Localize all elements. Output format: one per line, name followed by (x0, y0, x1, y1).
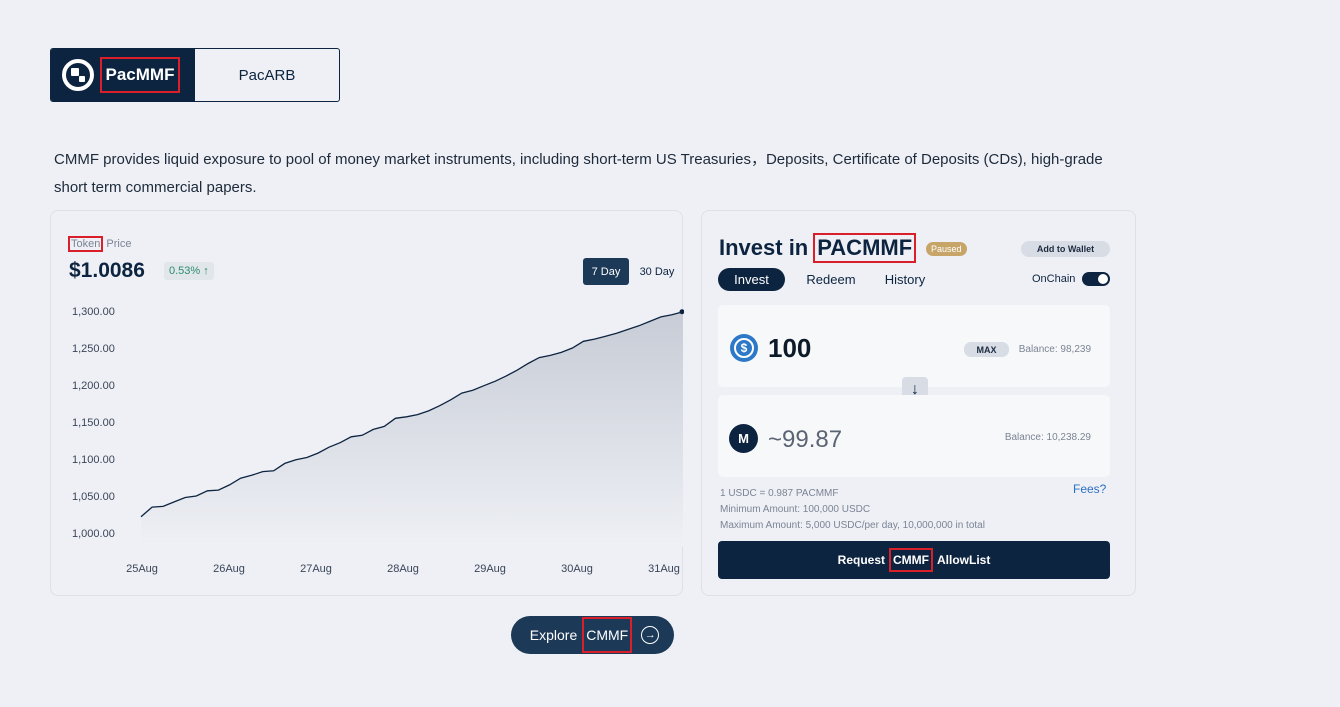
max-button[interactable]: MAX (964, 342, 1009, 357)
request-token: CMMF (889, 548, 933, 572)
tab-invest[interactable]: Invest (718, 268, 785, 291)
y-tick-label: 1,150.00 (72, 417, 115, 429)
x-tick-label: 31Aug (648, 563, 680, 575)
y-tick-label: 1,300.00 (72, 306, 115, 318)
paused-badge: Paused (926, 242, 967, 256)
price-area-chart: 1,300.00 1,250.00 1,200.00 1,150.00 1,100.00… (72, 306, 684, 575)
invest-title-token: PACMMF (813, 233, 917, 263)
input-balance: Balance: 98,239 (1018, 344, 1091, 355)
explore-cmmf-button[interactable]: Explore CMMF → (511, 616, 674, 654)
product-description: CMMF provides liquid exposure to pool of… (54, 151, 1103, 196)
exchange-rate: 1 USDC = 0.987 PACMMF (720, 488, 839, 499)
product-tabs: PacMMF PacARB (50, 48, 340, 102)
output-balance: Balance: 10,238.29 (1004, 432, 1091, 443)
request-suffix: AllowList (937, 553, 991, 567)
fees-link[interactable]: Fees? (1073, 482, 1106, 496)
y-tick-label: 1,200.00 (72, 380, 115, 392)
x-tick-label: 27Aug (300, 563, 332, 575)
pacmmf-logo-icon (61, 59, 94, 91)
explore-token: CMMF (582, 617, 633, 653)
y-tick-label: 1,250.00 (72, 343, 115, 355)
output-amount: ~99.87 (768, 426, 843, 453)
invest-card: Invest in PACMMF Paused Add to Wallet In… (701, 210, 1136, 596)
tab-pacmmf[interactable]: PacMMF (51, 49, 195, 101)
arrow-right-circle-icon: → (641, 626, 660, 644)
invest-amount-input[interactable] (768, 333, 928, 364)
add-to-wallet-button[interactable]: Add to Wallet (1021, 241, 1110, 257)
request-prefix: Request (837, 553, 885, 567)
explore-prefix: Explore (529, 627, 578, 643)
price-area-fill (141, 311, 683, 547)
x-tick-label: 28Aug (387, 563, 419, 575)
usdc-token-icon: $ (730, 334, 758, 362)
input-amount-box: $ MAX Balance: 98,239 (718, 305, 1110, 387)
tab-pacmmf-label: PacMMF (99, 57, 181, 93)
onchain-toggle[interactable] (1082, 272, 1110, 286)
tab-pacarb[interactable]: PacARB (195, 49, 339, 101)
cmmf-token-icon: M (729, 424, 758, 453)
x-tick-label: 25Aug (126, 563, 158, 575)
output-amount-box: M ~99.87 Balance: 10,238.29 (718, 395, 1110, 477)
x-tick-label: 30Aug (561, 563, 593, 575)
invest-title: Invest in PACMMF (719, 233, 917, 263)
tab-history[interactable]: History (877, 268, 933, 291)
y-tick-label: 1,000.00 (72, 528, 115, 540)
tab-redeem[interactable]: Redeem (800, 268, 862, 291)
invest-title-prefix: Invest in (719, 235, 809, 260)
y-tick-label: 1,050.00 (72, 491, 115, 503)
maximum-amount: Maximum Amount: 5,000 USDC/per day, 10,0… (720, 520, 985, 531)
request-allowlist-button[interactable]: Request CMMF AllowList (718, 541, 1110, 579)
price-chart-card: Token Price $1.0086 0.53% ↑ 7 Day 30 Day… (50, 210, 684, 596)
onchain-label: OnChain (1032, 273, 1076, 285)
y-tick-label: 1,100.00 (72, 454, 115, 466)
minimum-amount: Minimum Amount: 100,000 USDC (720, 504, 871, 515)
x-tick-label: 26Aug (213, 563, 245, 575)
x-tick-label: 29Aug (474, 563, 506, 575)
tab-pacarb-label: PacARB (238, 66, 296, 84)
